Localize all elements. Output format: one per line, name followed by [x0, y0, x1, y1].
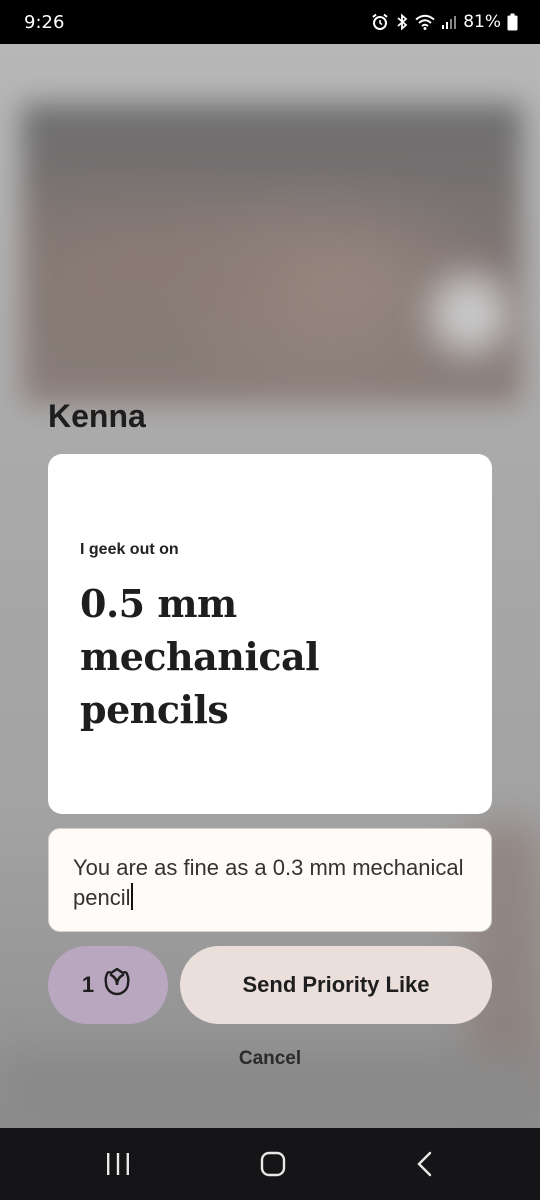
rose-icon: [100, 965, 134, 1005]
back-icon[interactable]: [415, 1151, 435, 1177]
blurred-photo: [22, 104, 522, 404]
rose-count-button[interactable]: 1: [48, 946, 168, 1024]
comment-input[interactable]: You are as fine as a 0.3 mm mechanical p…: [48, 828, 492, 932]
status-icons: 81%: [371, 12, 518, 32]
recent-apps-icon[interactable]: [105, 1152, 131, 1176]
profile-name: Kenna: [48, 398, 146, 434]
wifi-icon: [415, 14, 435, 30]
battery-icon: [507, 13, 518, 31]
prompt-card: I geek out on 0.5 mm mechanical pencils: [48, 454, 492, 814]
rose-count: 1: [81, 972, 95, 997]
text-caret: [131, 883, 134, 910]
blurred-highlight: [430, 274, 510, 354]
prompt-question: I geek out on: [80, 541, 179, 558]
home-icon[interactable]: [260, 1151, 286, 1177]
system-navigation-bar: [0, 1128, 540, 1200]
send-priority-like-button[interactable]: Send Priority Like: [180, 946, 492, 1024]
cancel-button[interactable]: Cancel: [0, 1048, 540, 1070]
signal-icon: [441, 14, 457, 30]
bluetooth-icon: [395, 13, 409, 31]
status-bar: 9:26 81%: [0, 0, 540, 44]
prompt-answer: 0.5 mm mechanical pencils: [80, 581, 320, 732]
battery-percent: 81%: [463, 12, 501, 32]
status-time: 9:26: [24, 11, 65, 33]
alarm-icon: [371, 13, 389, 31]
